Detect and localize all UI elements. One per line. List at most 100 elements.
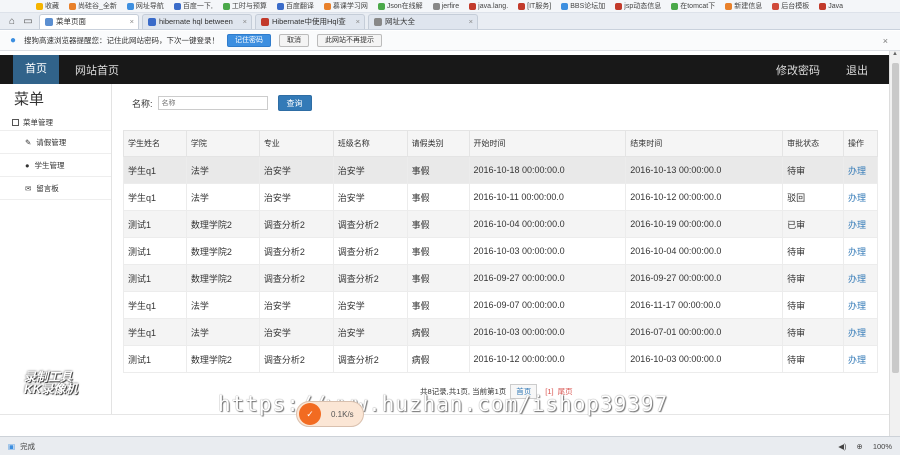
close-icon[interactable]: × [883,36,888,46]
bookmark-item[interactable]: 工时与预算 [222,1,267,11]
vertical-scrollbar[interactable]: ▲ [889,51,900,436]
table-cell: 待审 [782,156,844,184]
sidebar-group-menu-management[interactable]: 菜单管理 [0,114,111,131]
save-password-button[interactable]: 记住密码 [227,34,272,47]
status-bar: ▣ 完成 ◀) ⊕ 100% [0,436,900,455]
bookmark-favicon-icon [323,2,331,10]
sidebar-item-students[interactable]: ● 学生管理 [0,154,111,177]
bookmark-item[interactable]: Json在线解 [377,1,423,11]
bookmark-favicon-icon [725,2,733,10]
close-icon[interactable]: × [130,15,134,29]
bookmark-item[interactable]: 在tomcat下 [671,1,715,11]
browser-tabs: ⌂ ▭ 菜单页面 × hibernate hql between × Hiberna… [0,13,900,30]
table-row[interactable]: 测试1 数理学院2 调查分析2 调查分析2 事假 2016-10-03 00:00:00.… [123,237,879,265]
handle-link[interactable]: 办理 [848,274,866,284]
table-cell: 2016-11-17 00:00:00.0 [625,291,784,319]
handle-link[interactable]: 办理 [848,355,866,365]
change-password-link[interactable]: 修改密码 [776,62,820,78]
csdn-favicon-icon [261,18,269,26]
bookmark-favicon-icon [69,2,76,10]
table-row[interactable]: 测试1 数理学院2 调查分析2 调查分析2 事假 2016-09-27 00:00:00.… [123,264,879,292]
envelope-icon: ✉ [25,183,32,193]
column-header: 请假类别 [406,130,470,157]
handle-link[interactable]: 办理 [848,301,866,311]
zoom-icon[interactable]: ⊕ [857,442,863,451]
zoom-level[interactable]: 100% [873,442,892,451]
password-save-bar: ● 搜狗高速浏览器提醒您：记住此网站密码，下次一键登录！ 记住密码 取消 此网站… [0,31,900,51]
bookmark-favicon-icon [772,2,780,10]
nav-site-home[interactable]: 网站首页 [75,62,119,78]
table-cell: 调查分析2 [332,237,408,265]
scroll-up-icon[interactable]: ▲ [890,51,900,61]
volume-icon[interactable]: ◀) [838,442,846,451]
bookmark-item[interactable]: 尚硅谷_全新 [69,1,117,11]
bookmark-item[interactable]: BBS论坛加 [561,1,605,11]
close-icon[interactable]: × [243,15,247,29]
bookmark-favicon-icon [276,2,284,10]
bookmark-item[interactable]: Java [819,2,843,10]
bookmark-item[interactable]: 百度翻译 [276,1,314,11]
table-row[interactable]: 学生q1 法学 治安学 治安学 事假 2016-10-18 00:00:00.0 2016-… [123,156,879,184]
column-header: 结束时间 [625,130,784,157]
status-icon: ▣ [8,441,16,451]
never-prompt-button[interactable]: 此网站不再提示 [317,34,383,47]
table-row[interactable]: 学生q1 法学 治安学 治安学 事假 2016-10-11 00:00:00.0 2016-… [123,183,879,211]
table-cell: 学生q1 [123,318,187,346]
page-icon: ▭ [23,16,33,27]
sidebar-item-messages[interactable]: ✉ 留言板 [0,177,111,200]
accelerator-icon: ✓ [299,403,321,425]
bookmark-item[interactable]: jsp动态信息 [615,1,661,11]
close-icon[interactable]: × [356,15,360,29]
bookmark-item[interactable]: 网址导航 [126,1,164,11]
handle-link[interactable]: 办理 [848,328,866,338]
table-row[interactable]: 测试1 数理学院2 调查分析2 调查分析2 病假 2016-10-12 00:00:00.… [123,345,879,373]
bookmark-item[interactable]: 慕课学习网 [323,1,368,11]
table-cell: 学生q1 [123,291,187,319]
tab-hibernate-between[interactable]: hibernate hql between × [142,14,252,29]
table-cell: 治安学 [332,291,408,319]
bookmark-favicon-icon [561,2,569,10]
bookmark-item[interactable]: 新建信息 [725,1,762,11]
table-cell: 事假 [406,210,470,238]
table-cell: 2016-10-04 00:00:00.0 [468,210,627,238]
column-header: 专业 [258,130,334,157]
nav-home[interactable]: 首页 [13,55,59,84]
bookmark-item[interactable]: [IT服务] [518,1,551,11]
handle-link[interactable]: 办理 [848,193,866,203]
table-cell: 2016-10-12 00:00:00.0 [625,183,784,211]
handle-link[interactable]: 办理 [848,220,866,230]
table-row[interactable]: 学生q1 法学 治安学 治安学 病假 2016-10-03 00:00:00.0 2016-… [123,318,879,346]
tab-hibernate-hql[interactable]: Hibernate中使用Hql查 × [255,14,365,29]
name-search-input[interactable] [157,96,268,110]
tab-menu-page[interactable]: 菜单页面 × [39,14,139,29]
scrollbar-thumb[interactable] [892,63,899,373]
table-cell: 2016-07-01 00:00:00.0 [625,318,784,346]
bookmark-item[interactable]: 后台模板 [772,1,809,11]
table-cell: 办理 [842,210,879,238]
bookmark-favicon-icon [432,2,440,10]
cancel-button[interactable]: 取消 [279,34,310,47]
table-cell: 治安学 [332,183,408,211]
column-header: 班级名称 [332,130,408,157]
handle-link[interactable]: 办理 [848,166,866,176]
wrench-icon: ✎ [25,137,32,147]
page-bottom-area [0,414,889,436]
bookmark-item[interactable]: 收藏 [36,1,59,11]
search-button[interactable]: 查询 [277,95,312,111]
logout-link[interactable]: 退出 [846,62,868,78]
table-cell: 2016-10-03 00:00:00.0 [468,318,627,346]
bookmark-item[interactable]: 百度一下, [173,1,213,11]
bookmark-favicon-icon [819,2,827,10]
home-icon[interactable]: ⌂ [4,15,20,29]
table-row[interactable]: 学生q1 法学 治安学 治安学 事假 2016-09-07 00:00:00.0 2016-… [123,291,879,319]
bookmark-item[interactable]: jerfire [432,2,459,10]
handle-link[interactable]: 办理 [848,247,866,257]
table-cell: 2016-09-27 00:00:00.0 [468,264,627,292]
tab-site-directory[interactable]: 网址大全 × [368,14,478,29]
close-icon[interactable]: × [469,15,473,29]
table-row[interactable]: 测试1 数理学院2 调查分析2 调查分析2 事假 2016-10-04 00:00:00.… [123,210,879,238]
table-cell: 2016-10-03 00:00:00.0 [625,345,784,373]
bookmark-item[interactable]: java.lang. [469,2,508,10]
sidebar-item-leave[interactable]: ✎ 请假管理 [0,131,111,154]
bookmark-favicon-icon [173,2,181,10]
